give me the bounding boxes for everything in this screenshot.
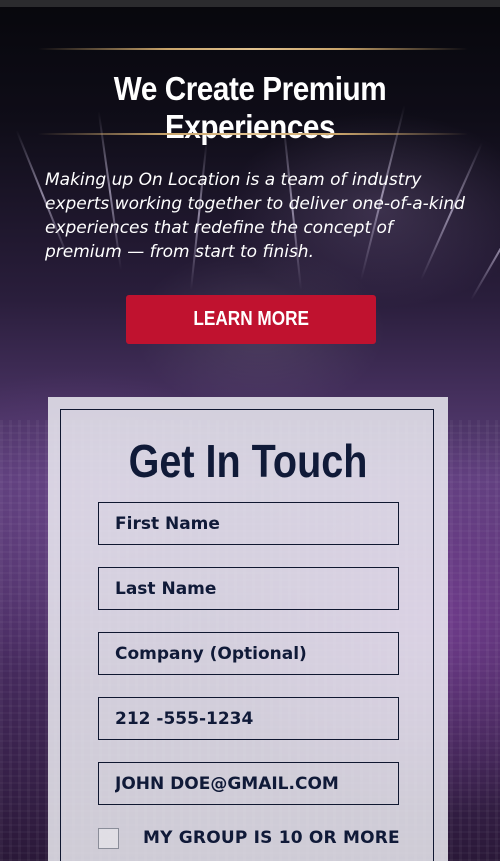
first-name-field[interactable]: [98, 502, 399, 545]
group-size-label: MY GROUP IS 10 OR MORE: [143, 828, 400, 848]
contact-form: Get In Touch MY GROUP IS 10 OR MORE: [60, 409, 434, 861]
phone-field[interactable]: [98, 697, 399, 740]
page: We Create Premium Experiences Making up …: [0, 0, 500, 861]
form-title: Get In Touch: [128, 435, 368, 487]
group-size-checkbox[interactable]: [98, 827, 119, 849]
company-field[interactable]: [98, 632, 399, 675]
hero-description: Making up On Location is a team of indus…: [45, 170, 465, 262]
top-bar: [0, 0, 500, 7]
email-field[interactable]: [98, 762, 399, 805]
contact-form-card: Get In Touch MY GROUP IS 10 OR MORE: [48, 397, 448, 861]
bottom-gold-rule: [38, 133, 468, 135]
firework-streak: [470, 195, 500, 301]
learn-more-button[interactable]: LEARN MORE: [126, 295, 376, 344]
group-size-option: MY GROUP IS 10 OR MORE: [98, 824, 418, 852]
learn-more-label: LEARN MORE: [193, 308, 309, 330]
top-gold-rule: [38, 48, 468, 50]
last-name-field[interactable]: [98, 567, 399, 610]
